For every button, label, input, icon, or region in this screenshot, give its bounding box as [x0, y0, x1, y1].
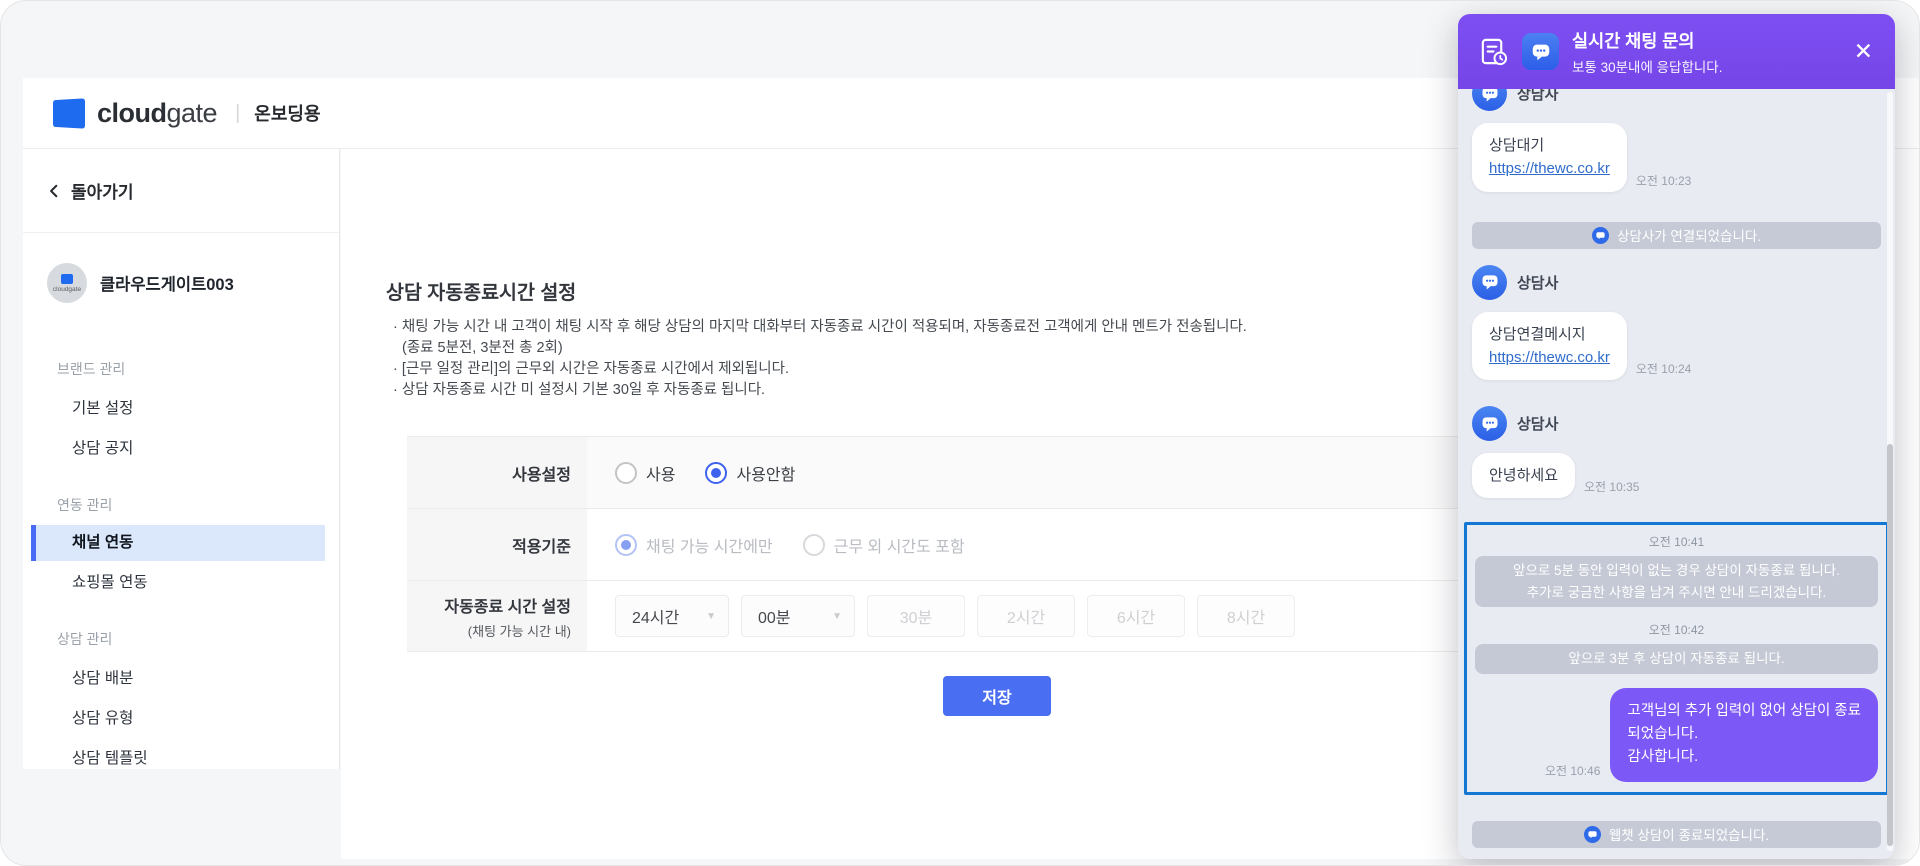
agent-name: 상담사 [1517, 416, 1559, 433]
chat-bubble-icon [1482, 416, 1497, 431]
app-screen: cloudgate | 온보딩용 돌아가기 cloudgate 클라우드게이트0… [0, 0, 1920, 866]
radio-include-offwork-disabled: 근무 외 시간도 포함 [802, 533, 965, 557]
description-line: (종료 5분전, 3분전 총 2회) [402, 340, 563, 356]
sidebar-item-consult-template[interactable]: 상담 템플릿 [23, 739, 339, 779]
chat-message-list: 상담사 상담대기 https://thewc.co.kr 오전 10:23 상담… [1458, 89, 1895, 859]
workspace-context-label: 온보딩용 [254, 104, 321, 124]
minute-select[interactable]: 00분 ▼ [741, 595, 855, 637]
message-row: 상담대기 https://thewc.co.kr 오전 10:23 [1472, 123, 1881, 192]
preset-2hour-button-disabled: 2시간 [977, 595, 1075, 637]
chat-bubble-icon [1482, 275, 1497, 290]
chat-app-icon [1522, 33, 1559, 70]
radio-include-offwork-circle [802, 533, 825, 556]
chat-bubble-icon [1591, 226, 1609, 244]
chat-bubble-icon [1482, 89, 1497, 101]
chat-subtitle: 보통 30분내에 응답합니다. [1572, 59, 1723, 75]
account-avatar: cloudgate [47, 263, 87, 303]
system-notice-agent-connected: 상담사가 연결되었습니다. [1472, 221, 1881, 249]
cloudgate-logo: cloudgate [51, 97, 218, 129]
sidebar-item-consult-assign[interactable]: 상담 배분 [23, 659, 339, 699]
agent-name-row: 상담사 [1472, 264, 1881, 300]
agent-name: 상담사 [1517, 89, 1559, 103]
chevron-down-icon: ▼ [706, 610, 716, 622]
back-label: 돌아가기 [71, 183, 134, 202]
preset-8hour-button-disabled: 8시간 [1197, 595, 1295, 637]
description-line: · 상담 자동종료 시간 미 설정시 기본 30일 후 자동종료 됩니다. [393, 382, 766, 398]
message-link[interactable]: https://thewc.co.kr [1489, 346, 1610, 369]
system-notice-chat-ended: 웹챗 상담이 종료되었습니다. [1472, 820, 1881, 848]
message-row: 상담연결메시지 https://thewc.co.kr 오전 10:24 [1472, 311, 1881, 380]
sidebar-menu: 브랜드 관리 기본 설정 상담 공지 연동 관리 채널 연동 쇼핑몰 연동 상담… [23, 303, 339, 779]
chat-bubble-icon [1532, 44, 1549, 60]
chat-close-button[interactable]: ✕ [1854, 40, 1873, 63]
description-line: · 채팅 가능 시간 내 고객이 채팅 시작 후 해당 상담의 마지막 대화부터… [393, 319, 1247, 335]
agent-avatar [1472, 264, 1507, 300]
usage-label-cell: 사용설정 [407, 437, 587, 508]
message-link[interactable]: https://thewc.co.kr [1489, 157, 1610, 180]
radio-use[interactable]: 사용 [615, 461, 675, 485]
preset-30min-button-disabled: 30분 [867, 595, 965, 637]
sidebar: 돌아가기 cloudgate 클라우드게이트003 브랜드 관리 기본 설정 상… [23, 149, 340, 769]
chat-bubble-icon [1583, 825, 1601, 843]
auto-end-highlight-annotation: 오전 10:41 앞으로 5분 동안 입력이 없는 경우 상담이 자동종료 됩니… [1464, 522, 1889, 795]
avatar-logo-icon [61, 273, 73, 284]
chevron-down-icon: ▼ [832, 610, 842, 622]
hour-select[interactable]: 24시간 ▼ [615, 595, 729, 637]
agent-name-row: 상담사 [1472, 406, 1881, 441]
agent-message-bubble: 상담대기 https://thewc.co.kr [1472, 123, 1627, 192]
agent-avatar [1472, 89, 1507, 111]
sidebar-item-consult-type[interactable]: 상담 유형 [23, 699, 339, 739]
sidebar-item-shop-integration[interactable]: 쇼핑몰 연동 [23, 563, 339, 603]
agent-message-bubble: 안녕하세요 [1472, 453, 1576, 499]
agent-name-row: 상담사 [1472, 89, 1881, 111]
sidebar-item-consult-notice[interactable]: 상담 공지 [23, 429, 339, 469]
message-timestamp: 오전 10:46 [1544, 763, 1601, 778]
description-line: · [근무 일정 관리]의 근무외 시간은 자동종료 시간에서 제외됩니다. [393, 361, 789, 377]
chevron-left-icon [50, 184, 58, 197]
timestamp-centered: 오전 10:42 [1648, 623, 1705, 638]
agent-message-bubble: 상담연결메시지 https://thewc.co.kr [1472, 311, 1627, 380]
account-name: 클라우드게이트003 [100, 276, 234, 294]
auto-end-final-message-row: 오전 10:46 고객님의 추가 입력이 없어 상담이 종료 되었습니다. 감사… [1475, 688, 1878, 782]
chat-scrollbar-thumb[interactable] [1887, 444, 1893, 846]
section-title-brand: 브랜드 관리 [57, 361, 126, 377]
cloudgate-logo-icon [53, 98, 85, 128]
sidebar-item-basic-settings[interactable]: 기본 설정 [23, 389, 339, 429]
logo-wordmark: cloudgate [97, 97, 218, 128]
radio-chat-time-circle [615, 533, 637, 556]
message-timestamp: 오전 10:23 [1635, 173, 1692, 188]
back-button[interactable]: 돌아가기 [23, 149, 339, 233]
criteria-label-cell: 적용기준 [407, 509, 587, 580]
sidebar-item-channel-integration[interactable]: 채널 연동 [31, 525, 325, 561]
account-switcher[interactable]: cloudgate 클라우드게이트003 [23, 233, 339, 303]
message-row: 안녕하세요 오전 10:35 [1472, 453, 1881, 499]
page-title: 상담 자동종료시간 설정 [386, 282, 577, 304]
radio-no-use[interactable]: 사용안함 [705, 461, 795, 485]
radio-no-use-circle-selected[interactable] [705, 461, 728, 484]
auto-end-label-cell: 자동종료 시간 설정 (채팅 가능 시간 내) [407, 581, 587, 651]
auto-end-final-message-bubble: 고객님의 추가 입력이 없어 상담이 종료 되었습니다. 감사합니다. [1610, 688, 1878, 782]
radio-use-circle[interactable] [615, 461, 637, 484]
preset-6hour-button-disabled: 6시간 [1087, 595, 1185, 637]
auto-end-warning-3min: 앞으로 3분 후 상담이 자동종료 됩니다. [1475, 644, 1878, 675]
agent-name: 상담사 [1517, 274, 1559, 292]
header-divider: | [235, 101, 241, 124]
chat-header-titles: 실시간 채팅 문의 보통 30분내에 응답합니다. [1572, 28, 1722, 76]
agent-avatar [1472, 406, 1507, 441]
section-title-integration: 연동 관리 [57, 497, 113, 513]
page-description: · 채팅 가능 시간 내 고객이 채팅 시작 후 해당 상담의 마지막 대화부터… [393, 317, 1247, 401]
chat-header: 실시간 채팅 문의 보통 30분내에 응답합니다. ✕ [1458, 14, 1895, 89]
live-chat-widget: 실시간 채팅 문의 보통 30분내에 응답합니다. ✕ 상담사 상담대기 htt… [1458, 14, 1895, 859]
timestamp-centered: 오전 10:41 [1648, 535, 1705, 550]
chat-title: 실시간 채팅 문의 [1572, 30, 1695, 51]
radio-chat-time-only-disabled: 채팅 가능 시간에만 [615, 533, 773, 557]
message-timestamp: 오전 10:35 [1584, 480, 1640, 495]
chat-history-icon [1481, 38, 1508, 66]
section-title-consult: 상담 관리 [57, 631, 113, 647]
save-button[interactable]: 저장 [943, 676, 1051, 716]
auto-end-warning-5min: 앞으로 5분 동안 입력이 없는 경우 상담이 자동종료 됩니다. 추가로 궁금… [1475, 556, 1878, 608]
message-timestamp: 오전 10:24 [1635, 362, 1692, 376]
